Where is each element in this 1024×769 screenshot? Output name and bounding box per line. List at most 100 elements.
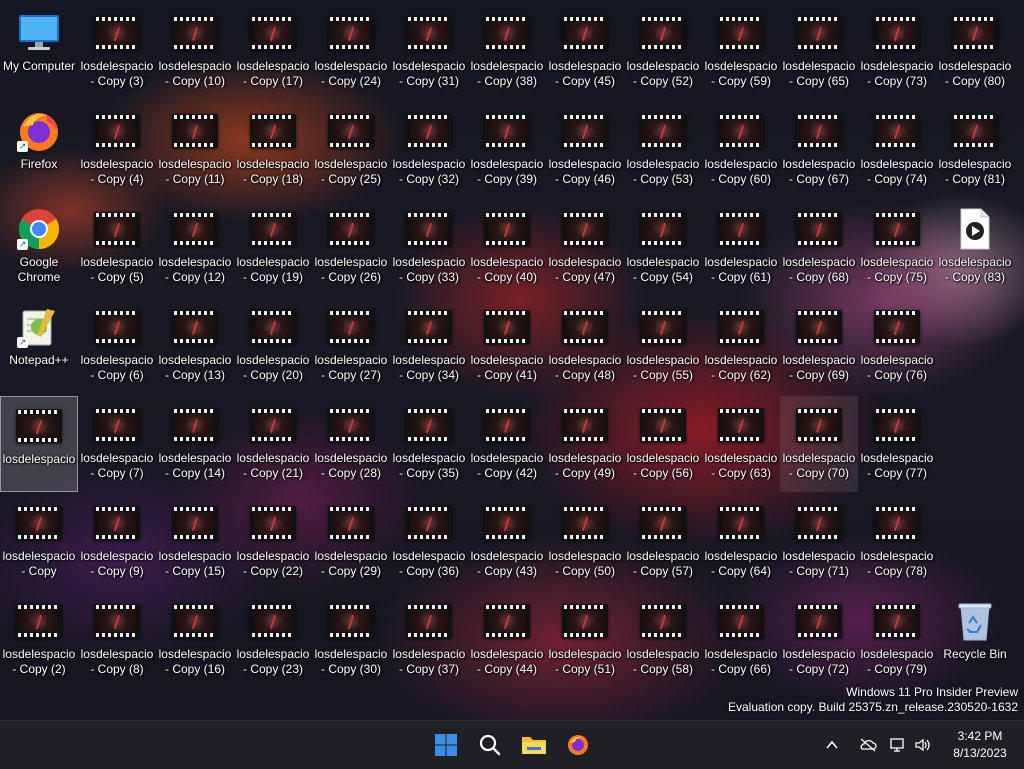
desktop-icon-losdelespacio-copy-70[interactable]: losdelespacio - Copy (70) — [780, 396, 858, 492]
desktop-icon-losdelespacio-copy-30[interactable]: losdelespacio - Copy (30) — [312, 592, 390, 688]
start-button[interactable] — [430, 729, 462, 761]
network-button[interactable] — [856, 729, 880, 761]
desktop-icon-losdelespacio-copy-55[interactable]: losdelespacio - Copy (55) — [624, 298, 702, 394]
desktop-icon-losdelespacio-copy-49[interactable]: losdelespacio - Copy (49) — [546, 396, 624, 492]
desktop-icon-losdelespacio-copy-40[interactable]: losdelespacio - Copy (40) — [468, 200, 546, 296]
desktop-icon-image — [93, 108, 141, 154]
desktop-icon-losdelespacio-copy-54[interactable]: losdelespacio - Copy (54) — [624, 200, 702, 296]
desktop-icon-losdelespacio-copy-25[interactable]: losdelespacio - Copy (25) — [312, 102, 390, 198]
desktop-icon-losdelespacio-copy-38[interactable]: losdelespacio - Copy (38) — [468, 4, 546, 100]
desktop-icon-notepad[interactable]: ↗ Notepad++ — [0, 298, 78, 394]
desktop-icon-losdelespacio-copy-53[interactable]: losdelespacio - Copy (53) — [624, 102, 702, 198]
desktop-icon-losdelespacio-copy-37[interactable]: losdelespacio - Copy (37) — [390, 592, 468, 688]
desktop-icon-losdelespacio-copy-69[interactable]: losdelespacio - Copy (69) — [780, 298, 858, 394]
file-explorer-button[interactable] — [518, 729, 550, 761]
desktop-icon-losdelespacio-copy-21[interactable]: losdelespacio - Copy (21) — [234, 396, 312, 492]
desktop-icon-losdelespacio-copy-18[interactable]: losdelespacio - Copy (18) — [234, 102, 312, 198]
desktop-icon-losdelespacio-copy-20[interactable]: losdelespacio - Copy (20) — [234, 298, 312, 394]
desktop-icon-losdelespacio-copy-52[interactable]: losdelespacio - Copy (52) — [624, 4, 702, 100]
desktop-icon-losdelespacio-copy-26[interactable]: losdelespacio - Copy (26) — [312, 200, 390, 296]
desktop-icon-losdelespacio-copy-74[interactable]: losdelespacio - Copy (74) — [858, 102, 936, 198]
desktop-icon-losdelespacio-copy-13[interactable]: losdelespacio - Copy (13) — [156, 298, 234, 394]
search-button[interactable] — [474, 729, 506, 761]
desktop-icon-losdelespacio-copy-22[interactable]: losdelespacio - Copy (22) — [234, 494, 312, 590]
desktop-icon-losdelespacio-copy-9[interactable]: losdelespacio - Copy (9) — [78, 494, 156, 590]
desktop-icon-losdelespacio-copy-23[interactable]: losdelespacio - Copy (23) — [234, 592, 312, 688]
desktop-icon-losdelespacio-copy-81[interactable]: losdelespacio - Copy (81) — [936, 102, 1014, 198]
desktop-icon-losdelespacio-copy-67[interactable]: losdelespacio - Copy (67) — [780, 102, 858, 198]
desktop-icon-losdelespacio-copy-79[interactable]: losdelespacio - Copy (79) — [858, 592, 936, 688]
desktop-icon-losdelespacio-copy-17[interactable]: losdelespacio - Copy (17) — [234, 4, 312, 100]
desktop-icon-losdelespacio-copy-42[interactable]: losdelespacio - Copy (42) — [468, 396, 546, 492]
desktop-icon-losdelespacio-copy-65[interactable]: losdelespacio - Copy (65) — [780, 4, 858, 100]
desktop-icon-losdelespacio-copy-63[interactable]: losdelespacio - Copy (63) — [702, 396, 780, 492]
computer-icon — [19, 15, 59, 50]
desktop-icon-losdelespacio-copy-12[interactable]: losdelespacio - Copy (12) — [156, 200, 234, 296]
desktop-icon-losdelespacio-copy-51[interactable]: losdelespacio - Copy (51) — [546, 592, 624, 688]
desktop-icon-losdelespacio-copy-27[interactable]: losdelespacio - Copy (27) — [312, 298, 390, 394]
desktop-icon-losdelespacio-copy-64[interactable]: losdelespacio - Copy (64) — [702, 494, 780, 590]
desktop-icon-my-computer[interactable]: My Computer — [0, 4, 78, 100]
desktop-icon-losdelespacio-copy-68[interactable]: losdelespacio - Copy (68) — [780, 200, 858, 296]
desktop-icon-losdelespacio-copy-32[interactable]: losdelespacio - Copy (32) — [390, 102, 468, 198]
desktop-icon-losdelespacio-copy-43[interactable]: losdelespacio - Copy (43) — [468, 494, 546, 590]
desktop-icon-losdelespacio-copy-16[interactable]: losdelespacio - Copy (16) — [156, 592, 234, 688]
desktop-icon-losdelespacio-copy-7[interactable]: losdelespacio - Copy (7) — [78, 396, 156, 492]
desktop-icon-losdelespacio-copy-47[interactable]: losdelespacio - Copy (47) — [546, 200, 624, 296]
display-button[interactable] — [886, 729, 910, 761]
desktop-icon-losdelespacio-copy-34[interactable]: losdelespacio - Copy (34) — [390, 298, 468, 394]
desktop-icon-losdelespacio-copy-3[interactable]: losdelespacio - Copy (3) — [78, 4, 156, 100]
desktop-icon-losdelespacio-copy-31[interactable]: losdelespacio - Copy (31) — [390, 4, 468, 100]
desktop-icon-losdelespacio-copy-50[interactable]: losdelespacio - Copy (50) — [546, 494, 624, 590]
desktop-icon-losdelespacio-copy-10[interactable]: losdelespacio - Copy (10) — [156, 4, 234, 100]
desktop-icon-losdelespacio-copy-2[interactable]: losdelespacio - Copy (2) — [0, 592, 78, 688]
desktop-icon-losdelespacio-copy-56[interactable]: losdelespacio - Copy (56) — [624, 396, 702, 492]
desktop-icon-losdelespacio-copy-83[interactable]: losdelespacio - Copy (83) — [936, 200, 1014, 296]
desktop-icon-losdelespacio-copy-71[interactable]: losdelespacio - Copy (71) — [780, 494, 858, 590]
taskbar-firefox-button[interactable] — [562, 729, 594, 761]
desktop-icon-losdelespacio-copy-48[interactable]: losdelespacio - Copy (48) — [546, 298, 624, 394]
desktop-icon-losdelespacio-copy-4[interactable]: losdelespacio - Copy (4) — [78, 102, 156, 198]
desktop-icon-losdelespacio-copy-80[interactable]: losdelespacio - Copy (80) — [936, 4, 1014, 100]
desktop-icon-losdelespacio-copy-73[interactable]: losdelespacio - Copy (73) — [858, 4, 936, 100]
desktop-icon-losdelespacio-copy-66[interactable]: losdelespacio - Copy (66) — [702, 592, 780, 688]
desktop-icon-firefox[interactable]: ↗ Firefox — [0, 102, 78, 198]
desktop-icon-losdelespacio-copy-33[interactable]: losdelespacio - Copy (33) — [390, 200, 468, 296]
desktop-icon-losdelespacio-copy-41[interactable]: losdelespacio - Copy (41) — [468, 298, 546, 394]
desktop-icon-losdelespacio-copy-45[interactable]: losdelespacio - Copy (45) — [546, 4, 624, 100]
volume-button[interactable] — [911, 729, 935, 761]
desktop-icon-losdelespacio-copy-28[interactable]: losdelespacio - Copy (28) — [312, 396, 390, 492]
desktop-icon-losdelespacio-copy-5[interactable]: losdelespacio - Copy (5) — [78, 200, 156, 296]
desktop-icon-losdelespacio-copy-58[interactable]: losdelespacio - Copy (58) — [624, 592, 702, 688]
desktop-icon-losdelespacio-copy-19[interactable]: losdelespacio - Copy (19) — [234, 200, 312, 296]
desktop-icon-losdelespacio-copy-76[interactable]: losdelespacio - Copy (76) — [858, 298, 936, 394]
desktop-icon-losdelespacio-copy-39[interactable]: losdelespacio - Copy (39) — [468, 102, 546, 198]
desktop-icon-losdelespacio-copy-46[interactable]: losdelespacio - Copy (46) — [546, 102, 624, 198]
desktop-icon-losdelespacio-copy-24[interactable]: losdelespacio - Copy (24) — [312, 4, 390, 100]
desktop-icon-losdelespacio-copy-60[interactable]: losdelespacio - Copy (60) — [702, 102, 780, 198]
desktop-icon-losdelespacio-copy-15[interactable]: losdelespacio - Copy (15) — [156, 494, 234, 590]
clock[interactable]: 3:42 PM 8/13/2023 — [940, 727, 1020, 763]
desktop-icon-losdelespacio-copy-8[interactable]: losdelespacio - Copy (8) — [78, 592, 156, 688]
desktop-icon-losdelespacio-copy-6[interactable]: losdelespacio - Copy (6) — [78, 298, 156, 394]
desktop-icon-losdelespacio-copy-59[interactable]: losdelespacio - Copy (59) — [702, 4, 780, 100]
show-hidden-icons-button[interactable] — [820, 729, 844, 761]
desktop-icon-losdelespacio-copy-11[interactable]: losdelespacio - Copy (11) — [156, 102, 234, 198]
desktop-icon-losdelespacio-copy-61[interactable]: losdelespacio - Copy (61) — [702, 200, 780, 296]
desktop-icon-losdelespacio-copy-36[interactable]: losdelespacio - Copy (36) — [390, 494, 468, 590]
desktop-icon-losdelespacio-copy-77[interactable]: losdelespacio - Copy (77) — [858, 396, 936, 492]
desktop-icon-losdelespacio-copy-44[interactable]: losdelespacio - Copy (44) — [468, 592, 546, 688]
desktop-icon-losdelespacio-copy-35[interactable]: losdelespacio - Copy (35) — [390, 396, 468, 492]
desktop-icon-losdelespacio-copy-29[interactable]: losdelespacio - Copy (29) — [312, 494, 390, 590]
video-thumbnail-icon — [484, 114, 530, 148]
desktop-icon-google-chrome[interactable]: ↗ Google Chrome — [0, 200, 78, 296]
desktop-icon-losdelespacio-copy-57[interactable]: losdelespacio - Copy (57) — [624, 494, 702, 590]
desktop-icon-losdelespacio-copy-78[interactable]: losdelespacio - Copy (78) — [858, 494, 936, 590]
desktop-icon-losdelespacio[interactable]: losdelespacio — [0, 396, 78, 492]
desktop-icon-losdelespacio-copy-72[interactable]: losdelespacio - Copy (72) — [780, 592, 858, 688]
desktop-icon-losdelespacio-copy-62[interactable]: losdelespacio - Copy (62) — [702, 298, 780, 394]
desktop-icon-losdelespacio-copy-14[interactable]: losdelespacio - Copy (14) — [156, 396, 234, 492]
desktop-icon-losdelespacio-copy-75[interactable]: losdelespacio - Copy (75) — [858, 200, 936, 296]
desktop-icon-losdelespacio-copy[interactable]: losdelespacio - Copy — [0, 494, 78, 590]
desktop-icon-recycle-bin[interactable]: Recycle Bin — [936, 592, 1014, 688]
